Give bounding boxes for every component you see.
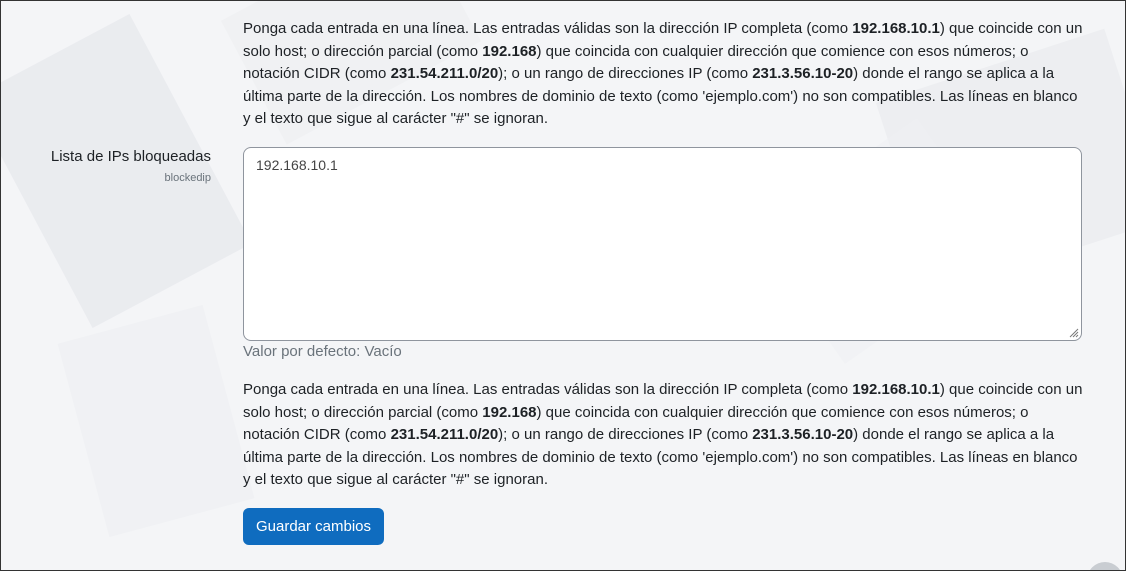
field-label: Lista de IPs bloqueadas — [50, 148, 211, 165]
background-shape — [57, 304, 255, 538]
help-text-bottom: Ponga cada entrada en una línea. Las ent… — [243, 381, 1083, 488]
default-value-text: Valor por defecto: Vacío — [243, 343, 402, 360]
blocked-ip-textarea[interactable] — [243, 147, 1082, 341]
save-changes-button[interactable]: Guardar cambios — [243, 508, 384, 545]
scroll-to-top-button[interactable] — [1087, 562, 1123, 570]
help-text-top: Ponga cada entrada en una línea. Las ent… — [243, 20, 1083, 127]
background-shape — [1, 13, 252, 329]
resize-grip-icon[interactable] — [1069, 328, 1079, 338]
page-frame: Ponga cada entrada en una línea. Las ent… — [0, 0, 1126, 571]
setting-name: blockedip — [164, 172, 211, 184]
